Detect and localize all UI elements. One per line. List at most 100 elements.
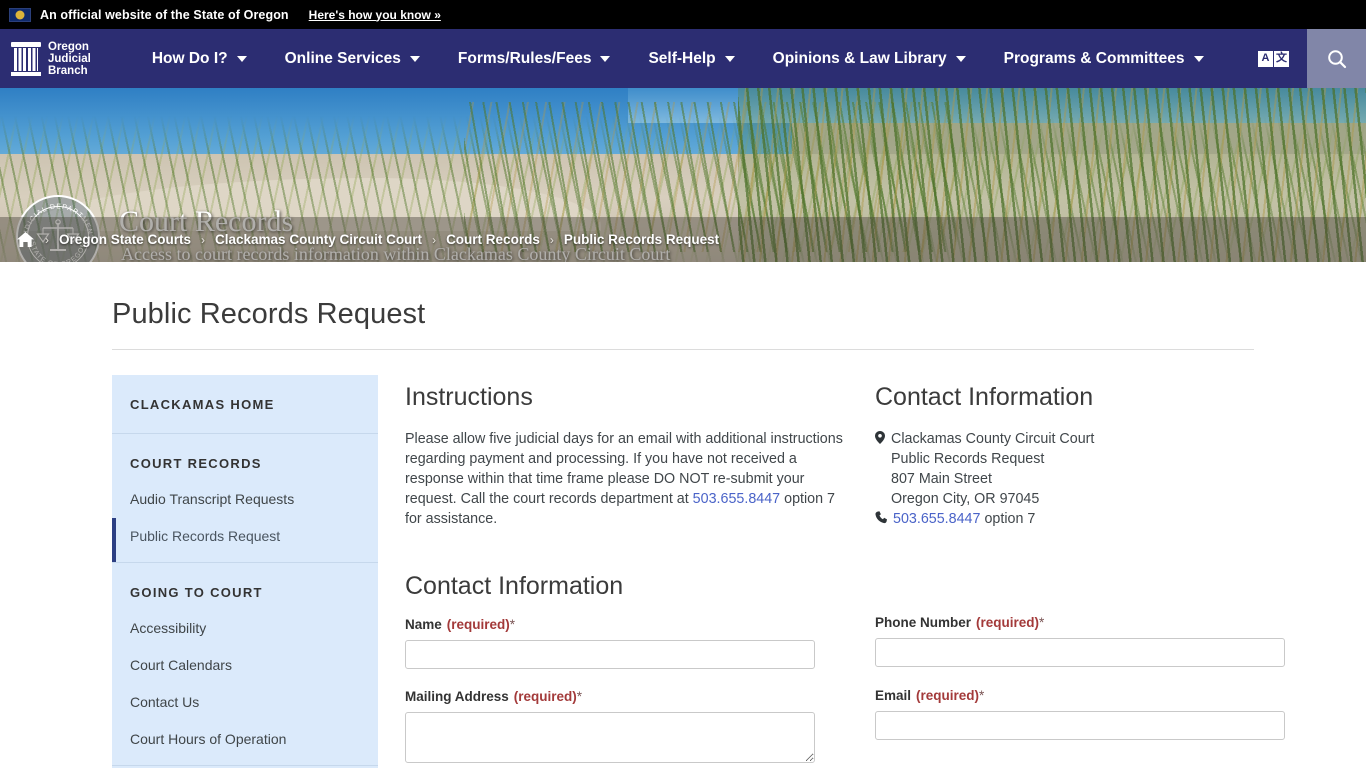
instructions-heading: Instructions: [405, 383, 533, 411]
contact-phone-link[interactable]: 503.655.8447: [893, 511, 980, 527]
field-email: Email (required)*: [875, 688, 1285, 740]
instructions-phone-link[interactable]: 503.655.8447: [693, 491, 780, 507]
sidebar-item-court-calendars[interactable]: Court Calendars: [112, 647, 378, 684]
instructions-and-form-column: Instructions Please allow five judicial …: [405, 375, 845, 768]
sidebar-item-clackamas-home[interactable]: CLACKAMAS HOME: [112, 375, 378, 433]
contact-info-column: Contact Information Clackamas County Cir…: [875, 375, 1285, 768]
breadcrumb-separator: ›: [432, 232, 437, 247]
nav-item-online-services[interactable]: Online Services: [266, 29, 439, 88]
contact-city-state-zip-line: Oregon City, OR 97045: [875, 489, 1285, 509]
contact-dept: Public Records Request: [891, 451, 1045, 467]
page-body: Public Records Request CLACKAMAS HOME CO…: [0, 298, 1366, 768]
brand-line-1: Oregon: [48, 40, 89, 53]
label-email: Email (required)*: [875, 688, 1285, 703]
content-columns: CLACKAMAS HOME COURT RECORDS Audio Trans…: [112, 375, 1285, 768]
title-divider: [112, 349, 1254, 350]
brand-wordmark: Oregon Judicial Branch: [48, 41, 91, 77]
how-you-know-link[interactable]: Here's how you know »: [309, 8, 441, 22]
main-content: Instructions Please allow five judicial …: [378, 375, 1285, 768]
translate-icon[interactable]: A 文: [1258, 50, 1289, 67]
brand-line-2: Judicial: [48, 52, 91, 65]
sidebar-item-contact-us[interactable]: Contact Us: [112, 684, 378, 721]
page-title: Public Records Request: [112, 298, 426, 330]
nav-item-how-do-i[interactable]: How Do I?: [133, 29, 266, 88]
breadcrumb-separator: ›: [45, 232, 49, 247]
required-asterisk: *: [979, 688, 985, 703]
field-name: Name (required)*: [405, 617, 845, 669]
home-icon[interactable]: [16, 231, 35, 248]
nav-item-label: Forms/Rules/Fees: [457, 49, 592, 67]
search-button[interactable]: [1307, 29, 1366, 88]
nav-right-actions: A 文: [1258, 29, 1366, 88]
sidebar-heading-going-to-court[interactable]: GOING TO COURT: [112, 563, 378, 610]
nav-item-label: Opinions & Law Library: [772, 49, 947, 67]
hero-banner: JUDICIAL DEPARTMENT STATE OF OREGON Cour…: [0, 88, 1366, 262]
chevron-down-icon: [409, 55, 420, 62]
label-phone-number: Phone Number (required)*: [875, 615, 1285, 630]
breadcrumb-item-oregon-state-courts[interactable]: Oregon State Courts: [59, 232, 191, 247]
label-name-text: Name: [405, 617, 442, 632]
required-asterisk: *: [509, 617, 516, 632]
oregon-flag-icon: [9, 7, 31, 22]
label-phone-number-text: Phone Number: [875, 615, 972, 630]
contact-street-line: 807 Main Street: [875, 469, 1285, 489]
contact-org-line: Clackamas County Circuit Court: [875, 429, 1285, 449]
chevron-down-icon: [1193, 55, 1204, 62]
translate-letter-cjk: 文: [1274, 50, 1289, 67]
sidebar-group-court-records: COURT RECORDS Audio Transcript Requests …: [112, 434, 378, 563]
label-name: Name (required)*: [405, 617, 845, 632]
breadcrumb-item-public-records-request: Public Records Request: [563, 232, 720, 247]
contact-street: 807 Main Street: [891, 471, 992, 487]
form-heading-contact-information: Contact Information: [405, 572, 624, 600]
required-asterisk: *: [576, 689, 583, 704]
gov-banner-text: An official website of the State of Oreg…: [40, 7, 289, 22]
nav-item-opinions-law-library[interactable]: Opinions & Law Library: [754, 29, 985, 88]
sidebar-group-going-to-court: GOING TO COURT Accessibility Court Calen…: [112, 563, 378, 766]
breadcrumb: › Oregon State Courts › Clackamas County…: [0, 217, 1366, 262]
map-pin-icon: [875, 431, 885, 444]
official-gov-banner: An official website of the State of Oreg…: [0, 0, 1366, 29]
left-sidebar-nav: CLACKAMAS HOME COURT RECORDS Audio Trans…: [112, 375, 378, 768]
brand-line-3: Branch: [48, 64, 88, 77]
contact-org-name: Clackamas County Circuit Court: [891, 431, 1095, 447]
nav-item-programs-committees[interactable]: Programs & Committees: [985, 29, 1223, 88]
right-form-fields: Phone Number (required) * Email (required)*: [875, 529, 1285, 740]
contact-city-state-zip: Oregon City, OR 97045: [891, 491, 1040, 507]
oregon-judicial-branch-logo[interactable]: Oregon Judicial Branch: [0, 29, 105, 88]
required-marker: (required): [513, 689, 577, 704]
name-input[interactable]: [405, 640, 815, 669]
breadcrumb-separator: ›: [201, 232, 206, 247]
contact-phone-line: 503.655.8447 option 7: [875, 509, 1285, 529]
phone-number-input[interactable]: [875, 638, 1285, 667]
sidebar-heading-court-records[interactable]: COURT RECORDS: [112, 434, 378, 481]
instructions-paragraph: Please allow five judicial days for an e…: [405, 429, 845, 529]
contact-dept-line: Public Records Request: [875, 449, 1285, 469]
nav-menu-list: How Do I? Online Services Forms/Rules/Fe…: [133, 29, 1223, 88]
mailing-address-textarea[interactable]: [405, 712, 815, 763]
email-input[interactable]: [875, 711, 1285, 740]
sidebar-item-audio-transcript-requests[interactable]: Audio Transcript Requests: [112, 481, 378, 518]
chevron-down-icon: [955, 55, 966, 62]
contact-information-heading: Contact Information: [875, 383, 1094, 411]
nav-item-label: How Do I?: [151, 49, 228, 67]
nav-item-label: Programs & Committees: [1003, 49, 1185, 67]
courthouse-column-icon: [11, 41, 41, 76]
main-navigation-bar: Oregon Judicial Branch How Do I? Online …: [0, 29, 1366, 88]
nav-item-forms-rules-fees[interactable]: Forms/Rules/Fees: [439, 29, 630, 88]
contact-phone-suffix: option 7: [980, 511, 1036, 527]
search-icon: [1327, 49, 1346, 68]
sidebar-item-public-records-request[interactable]: Public Records Request: [112, 518, 378, 562]
chevron-down-icon: [600, 55, 611, 62]
phone-icon: [875, 511, 887, 524]
label-mailing-address: Mailing Address (required)*: [405, 689, 845, 704]
sidebar-item-court-hours-of-operation[interactable]: Court Hours of Operation: [112, 721, 378, 765]
label-email-text: Email: [875, 688, 912, 703]
breadcrumb-item-court-records[interactable]: Court Records: [446, 232, 540, 247]
nav-item-label: Online Services: [284, 49, 401, 67]
chevron-down-icon: [724, 55, 735, 62]
breadcrumb-item-clackamas-county-circuit-court[interactable]: Clackamas County Circuit Court: [215, 232, 422, 247]
nav-item-self-help[interactable]: Self-Help: [629, 29, 753, 88]
sidebar-item-accessibility[interactable]: Accessibility: [112, 610, 378, 647]
required-marker: (required): [976, 615, 1040, 630]
sidebar-group-clackamas-home: CLACKAMAS HOME: [112, 375, 378, 434]
